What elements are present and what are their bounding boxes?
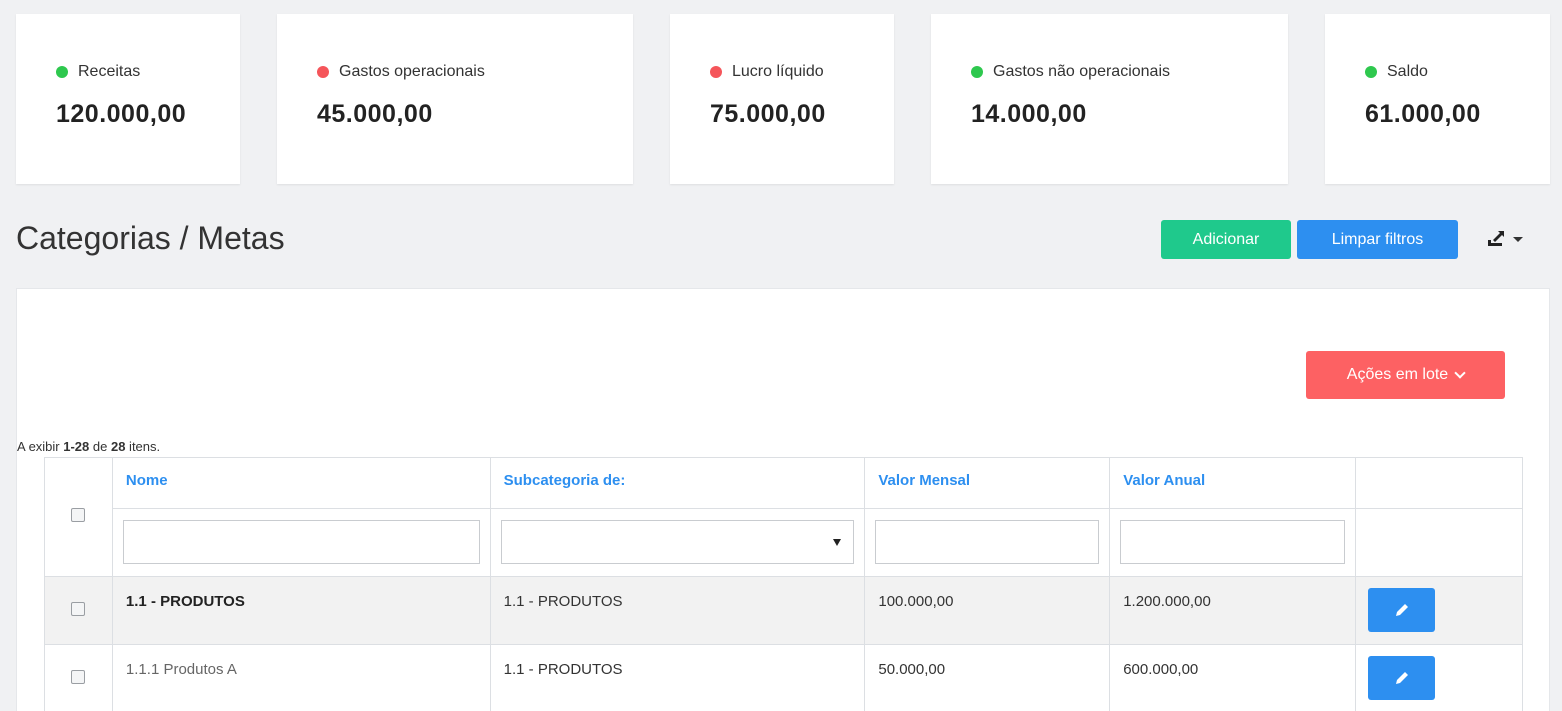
card-value: 14.000,00 [971, 100, 1087, 128]
select-all-checkbox[interactable] [71, 508, 86, 522]
status-dot [317, 66, 329, 78]
card-label: Gastos não operacionais [993, 63, 1170, 80]
summary-cards: Receitas 120.000,00 Gastos operacionais … [16, 14, 1550, 184]
card-value: 75.000,00 [710, 100, 826, 128]
categories-panel: Ações em lote A exibir 1-28 de 28 itens.… [16, 288, 1550, 711]
pencil-icon [1395, 604, 1408, 616]
row-checkbox[interactable] [71, 669, 86, 684]
card-saldo: Saldo 61.000,00 [1325, 14, 1550, 184]
card-value: 120.000,00 [56, 100, 187, 128]
dropdown-arrow-icon [833, 538, 842, 546]
card-receitas: Receitas 120.000,00 [16, 14, 240, 184]
table-row: 1.1.1 Produtos A 1.1 - PRODUTOS 50.000,0… [44, 644, 1523, 711]
card-label: Gastos operacionais [339, 63, 485, 80]
cell-valor-anual: 1.200.000,00 [1109, 576, 1357, 645]
cell-subcategoria: 1.1 - PRODUTOS [489, 576, 866, 645]
chevron-down-icon [1454, 366, 1466, 379]
status-dot [56, 66, 68, 78]
batch-actions-label: Ações em lote [1346, 366, 1449, 383]
column-header-valor-mensal[interactable]: Valor Mensal [864, 457, 1111, 509]
edit-button[interactable] [1368, 588, 1436, 632]
filter-nome-input[interactable] [122, 520, 480, 564]
table-header-row: Nome Subcategoria de: Valor Mensal Valor… [44, 457, 1523, 577]
cell-valor-mensal: 100.000,00 [864, 576, 1111, 645]
card-gastos-operacionais: Gastos operacionais 45.000,00 [277, 14, 633, 184]
batch-actions-button[interactable]: Ações em lote [1306, 351, 1505, 399]
cell-valor-mensal: 50.000,00 [864, 644, 1111, 711]
column-header-actions [1355, 457, 1523, 509]
card-value: 45.000,00 [317, 100, 433, 128]
export-icon [1488, 231, 1504, 246]
row-checkbox[interactable] [71, 601, 86, 616]
card-value: 61.000,00 [1365, 100, 1481, 128]
add-button[interactable]: Adicionar [1161, 220, 1291, 259]
results-summary: A exibir 1-28 de 28 itens. [17, 439, 161, 454]
export-dropdown[interactable] [1485, 226, 1535, 252]
card-lucro-liquido: Lucro líquido 75.000,00 [670, 14, 894, 184]
table-row: 1.1 - PRODUTOS 1.1 - PRODUTOS 100.000,00… [44, 576, 1523, 645]
card-label: Receitas [78, 63, 141, 80]
card-label: Saldo [1387, 63, 1428, 80]
card-gastos-nao-operacionais: Gastos não operacionais 14.000,00 [931, 14, 1288, 184]
cell-subcategoria: 1.1 - PRODUTOS [489, 644, 866, 711]
filter-valor-mensal-input[interactable] [875, 520, 1100, 564]
clear-filters-button[interactable]: Limpar filtros [1297, 220, 1458, 259]
filter-row [45, 508, 1523, 577]
page-title: Categorias / Metas [16, 220, 285, 256]
filter-subcategoria-select[interactable] [500, 520, 855, 564]
pencil-icon [1395, 672, 1408, 684]
status-dot [971, 66, 983, 78]
status-dot [710, 66, 722, 78]
column-header-nome[interactable]: Nome [111, 457, 491, 509]
cell-nome: 1.1.1 Produtos A [111, 644, 491, 711]
card-label: Lucro líquido [732, 63, 824, 80]
status-dot [1365, 66, 1377, 78]
column-header-subcategoria[interactable]: Subcategoria de: [489, 457, 866, 509]
edit-button[interactable] [1368, 656, 1436, 700]
filter-valor-anual-input[interactable] [1120, 520, 1346, 564]
column-header-valor-anual[interactable]: Valor Anual [1109, 457, 1357, 509]
chevron-down-icon [1513, 236, 1523, 242]
categories-table: Nome Subcategoria de: Valor Mensal Valor… [44, 457, 1523, 711]
cell-valor-anual: 600.000,00 [1109, 644, 1357, 711]
cell-nome: 1.1 - PRODUTOS [111, 576, 491, 645]
